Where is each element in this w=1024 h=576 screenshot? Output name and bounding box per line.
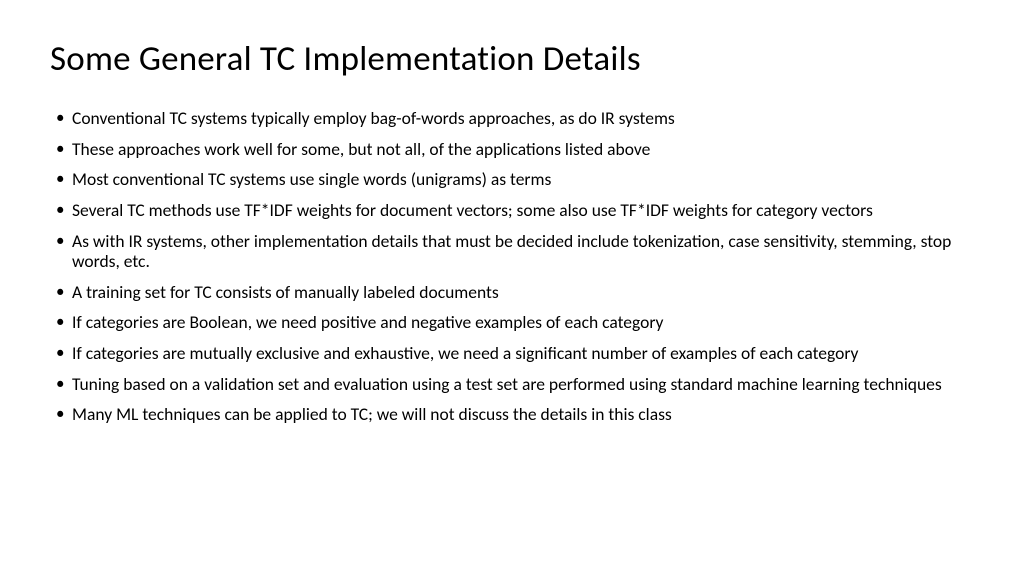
bullet-list: Conventional TC systems typically employ…: [50, 108, 974, 425]
list-item: A training set for TC consists of manual…: [50, 282, 974, 303]
list-item: If categories are Boolean, we need posit…: [50, 312, 974, 333]
list-item: Most conventional TC systems use single …: [50, 169, 974, 190]
list-item: These approaches work well for some, but…: [50, 139, 974, 160]
list-item: Several TC methods use TF*IDF weights fo…: [50, 200, 974, 221]
list-item: Many ML techniques can be applied to TC;…: [50, 404, 974, 425]
list-item: As with IR systems, other implementation…: [50, 231, 974, 272]
list-item: If categories are mutually exclusive and…: [50, 343, 974, 364]
list-item: Conventional TC systems typically employ…: [50, 108, 974, 129]
slide-title: Some General TC Implementation Details: [50, 38, 974, 80]
list-item: Tuning based on a validation set and eva…: [50, 374, 974, 395]
